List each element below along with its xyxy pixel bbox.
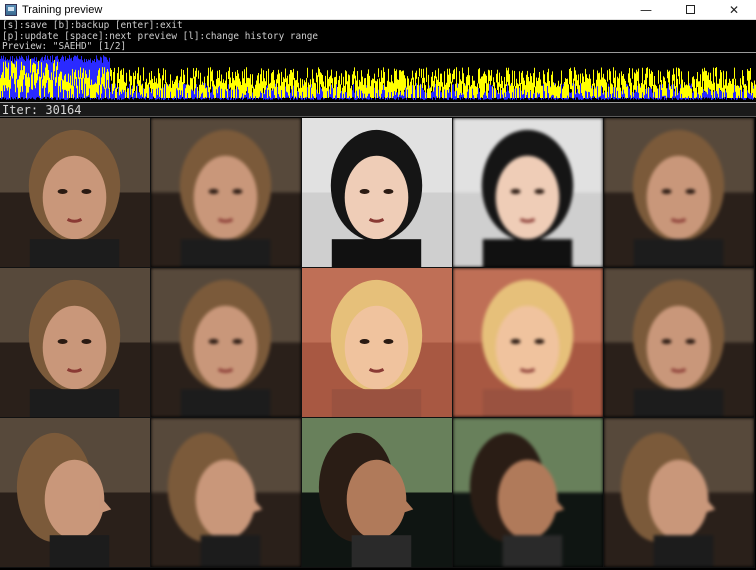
- loss-history-graph: [0, 52, 756, 103]
- preview-dst-row-2: [302, 268, 453, 418]
- preview-swap-row-3: [604, 418, 755, 568]
- console-help-text: [s]:save [b]:backup [enter]:exit [p]:upda…: [0, 20, 756, 52]
- iteration-bar: Iter: 30164: [0, 103, 756, 117]
- preview-src-predicted-row-2: [151, 268, 302, 418]
- preview-dst-predicted-row-3: [453, 418, 604, 568]
- preview-src-predicted-row-1: [151, 118, 302, 268]
- close-icon: ✕: [728, 2, 740, 17]
- preview-grid: [0, 118, 756, 570]
- preview-src-predicted-row-3: [151, 418, 302, 568]
- close-button[interactable]: ✕: [712, 0, 756, 20]
- preview-dst-predicted-row-1: [453, 118, 604, 268]
- maximize-icon: [685, 5, 695, 14]
- preview-src-row-3: [0, 418, 151, 568]
- preview-src-row-1: [0, 118, 151, 268]
- window-titlebar: Training preview — ✕: [0, 0, 756, 20]
- preview-dst-row-3: [302, 418, 453, 568]
- preview-dst-predicted-row-2: [453, 268, 604, 418]
- preview-swap-row-1: [604, 118, 755, 268]
- maximize-button[interactable]: [668, 0, 712, 20]
- preview-swap-row-2: [604, 268, 755, 418]
- loss-graph-canvas: [0, 55, 756, 100]
- preview-src-row-2: [0, 268, 151, 418]
- window-title: Training preview: [22, 3, 103, 16]
- minimize-button[interactable]: —: [624, 0, 668, 20]
- console-line-keys-1: [s]:save [b]:backup [enter]:exit: [2, 20, 183, 31]
- app-icon: [5, 3, 17, 16]
- preview-dst-row-1: [302, 118, 453, 268]
- minimize-icon: —: [640, 2, 652, 17]
- iteration-counter: Iter: 30164: [2, 103, 82, 117]
- window-controls: — ✕: [624, 0, 756, 20]
